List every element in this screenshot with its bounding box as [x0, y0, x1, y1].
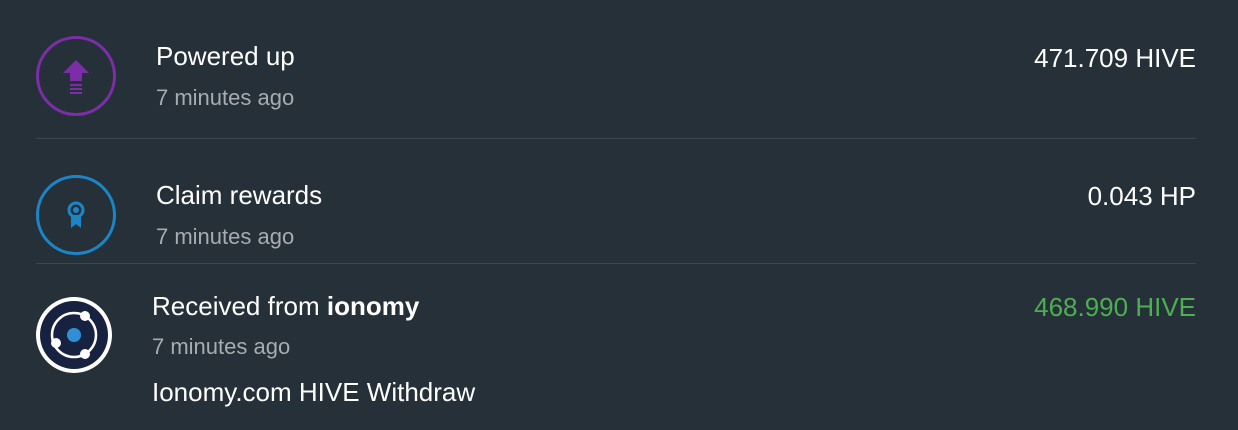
received-from-label: Received from	[152, 291, 320, 321]
transaction-amount: 0.043 HP	[1087, 181, 1196, 211]
transaction-row: Claim rewards 7 minutes ago 0.043 HP	[36, 139, 1196, 264]
award-ribbon-icon	[36, 175, 116, 255]
sender-link[interactable]: ionomy	[327, 291, 419, 321]
transaction-amount: 468.990 HIVE	[1034, 292, 1196, 322]
transaction-row: Received from ionomy 7 minutes ago Ionom…	[36, 264, 1196, 430]
transaction-row: Powered up 7 minutes ago 471.709 HIVE	[36, 0, 1196, 139]
transaction-time[interactable]: 7 minutes ago	[152, 333, 290, 361]
ionomy-avatar-icon[interactable]	[36, 297, 112, 373]
transaction-title: Powered up	[156, 41, 295, 71]
transaction-amount: 471.709 HIVE	[1034, 43, 1196, 73]
transaction-list: Powered up 7 minutes ago 471.709 HIVE Cl…	[36, 0, 1196, 430]
transaction-memo: Ionomy.com HIVE Withdraw	[152, 377, 476, 407]
transaction-title: Received from ionomy	[152, 290, 419, 322]
transaction-time[interactable]: 7 minutes ago	[156, 223, 294, 251]
transaction-title: Claim rewards	[156, 180, 323, 210]
transaction-time[interactable]: 7 minutes ago	[156, 84, 294, 112]
power-up-arrow-icon	[36, 36, 116, 116]
